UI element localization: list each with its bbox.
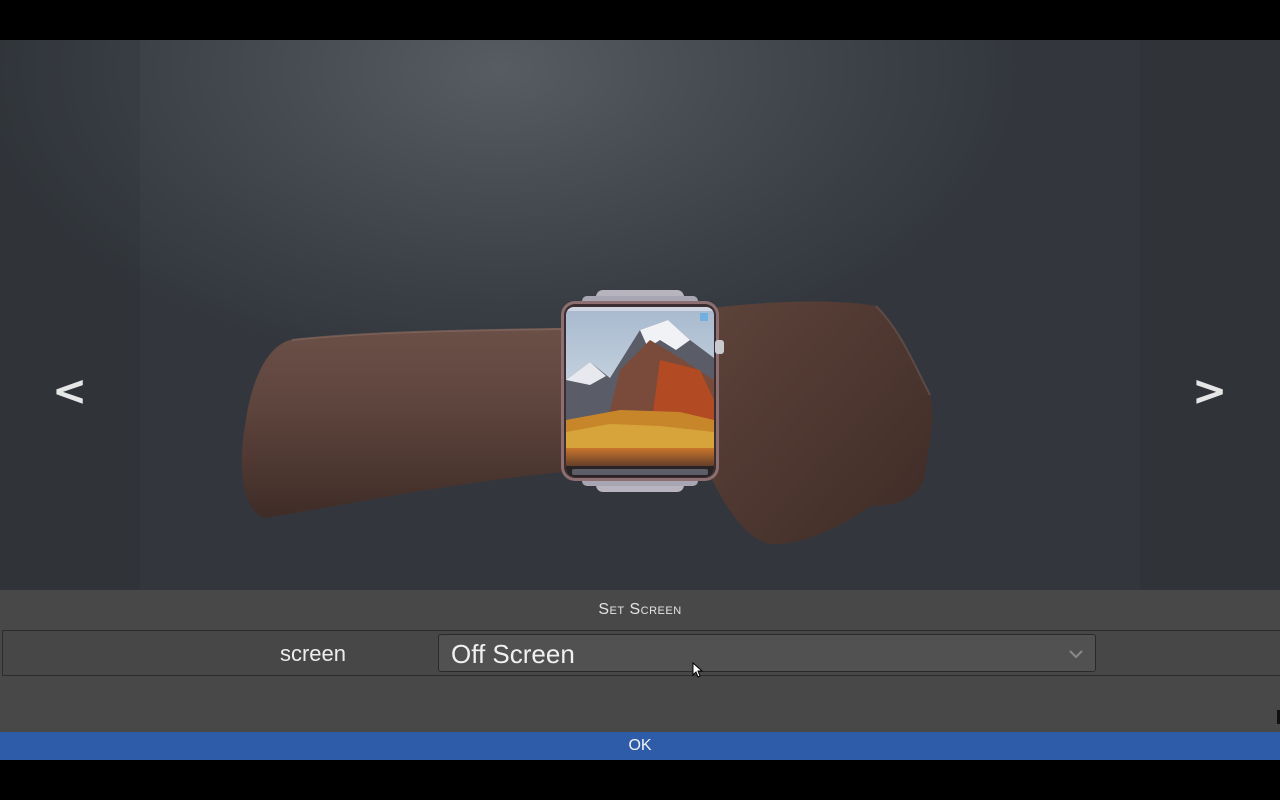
forearm-shape <box>241 328 566 518</box>
screen-dropdown-value: Off Screen <box>451 639 575 669</box>
set-screen-panel: Set Screen screen Off Screen <box>0 590 1280 732</box>
letterbox-bottom <box>0 760 1280 800</box>
ok-button[interactable]: OK <box>0 732 1280 760</box>
chevron-down-icon <box>1069 650 1083 659</box>
next-button[interactable]: > <box>1192 370 1227 412</box>
panel-title: Set Screen <box>598 601 682 618</box>
watch-screen-wallpaper <box>566 307 714 477</box>
previous-button[interactable]: < <box>52 370 87 412</box>
screen-dropdown[interactable]: Off Screen <box>438 634 1096 672</box>
fist-shape <box>712 301 933 545</box>
letterbox-top <box>0 0 1280 40</box>
mouse-pointer-icon <box>692 662 704 678</box>
wrist-watch-model <box>241 290 933 545</box>
model-viewport[interactable]: < > <box>0 40 1280 590</box>
watch-crown <box>715 340 724 354</box>
